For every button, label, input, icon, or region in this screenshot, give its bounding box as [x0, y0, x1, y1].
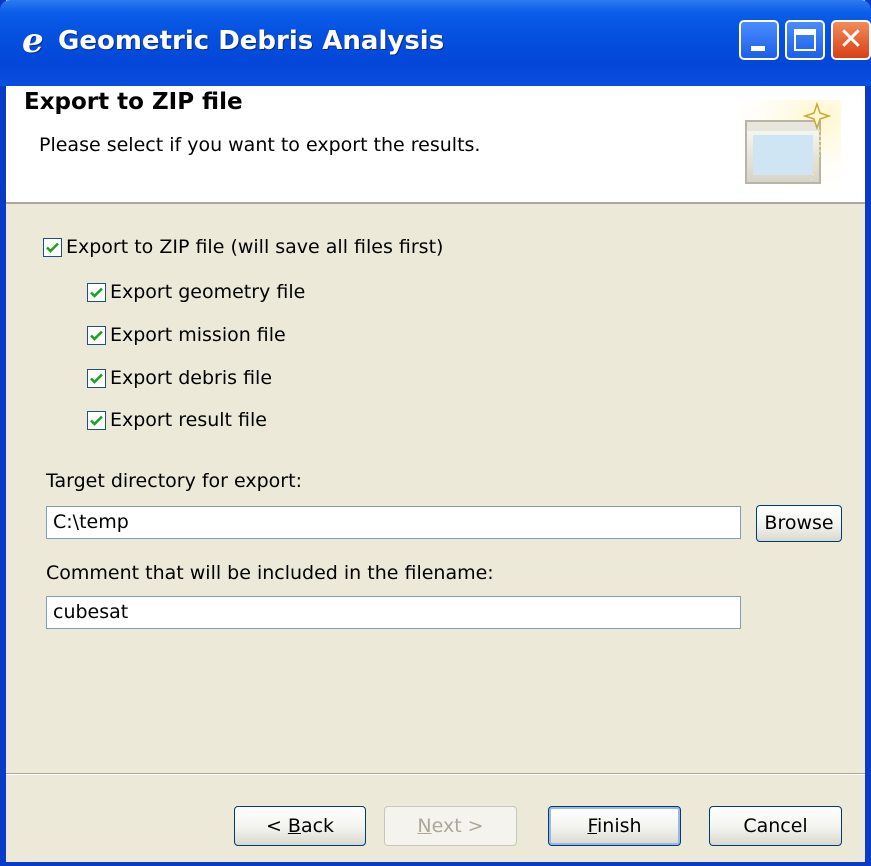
wizard-window: e Geometric Debris Analysis ✕ Export to … — [0, 0, 871, 866]
finish-button[interactable]: Finish — [548, 806, 681, 846]
title-bar[interactable]: e Geometric Debris Analysis ✕ — [0, 0, 871, 86]
checkmark-icon — [90, 330, 103, 341]
next-button[interactable]: Next > — [384, 806, 517, 846]
page-title: Export to ZIP file — [24, 89, 243, 115]
page-description: Please select if you want to export the … — [39, 134, 481, 156]
checkmark-icon — [46, 242, 59, 253]
close-icon: ✕ — [838, 22, 864, 57]
export-zip-checkbox[interactable] — [43, 237, 62, 257]
minimize-button[interactable] — [739, 20, 779, 60]
back-button-prefix: < — [265, 815, 288, 837]
maximize-button[interactable] — [785, 20, 825, 60]
export-debris-label: Export debris file — [110, 367, 273, 389]
checkmark-icon — [90, 287, 103, 298]
export-result-checkbox[interactable] — [87, 410, 106, 430]
export-debris-option[interactable]: Export debris file — [87, 365, 272, 391]
cancel-button[interactable]: Cancel — [709, 806, 842, 846]
eclipse-e-icon: e — [22, 21, 44, 61]
browse-button[interactable]: Browse — [756, 505, 842, 542]
export-result-label: Export result file — [110, 409, 267, 431]
footer-separator — [6, 773, 865, 775]
back-button-label: ack — [300, 815, 335, 837]
close-button[interactable]: ✕ — [831, 20, 871, 60]
export-mission-option[interactable]: Export mission file — [87, 322, 286, 348]
maximize-icon — [794, 29, 816, 51]
export-debris-checkbox[interactable] — [87, 368, 106, 388]
export-zip-label: Export to ZIP file (will save all files … — [66, 236, 444, 258]
export-geometry-label: Export geometry file — [110, 281, 306, 303]
wizard-header: Export to ZIP file Please select if you … — [6, 86, 865, 204]
export-result-option[interactable]: Export result file — [87, 407, 267, 433]
minimize-icon — [751, 46, 765, 51]
export-mission-label: Export mission file — [110, 324, 286, 346]
back-button-mnemonic: B — [287, 815, 301, 837]
checkmark-icon — [90, 373, 103, 384]
export-geometry-option[interactable]: Export geometry file — [87, 279, 305, 305]
next-button-label: ext > — [431, 815, 484, 837]
comment-input[interactable]: cubesat — [46, 596, 741, 629]
finish-button-label: inish — [597, 815, 642, 837]
window-title: Geometric Debris Analysis — [58, 26, 445, 56]
checkmark-icon — [90, 415, 103, 426]
export-mission-checkbox[interactable] — [87, 325, 106, 345]
export-zip-option[interactable]: Export to ZIP file (will save all files … — [43, 234, 443, 260]
back-button[interactable]: < Back — [234, 806, 366, 846]
export-geometry-checkbox[interactable] — [87, 282, 106, 302]
target-directory-label: Target directory for export: — [46, 470, 302, 492]
wizard-banner-icon — [731, 100, 841, 190]
next-button-mnemonic: N — [417, 815, 432, 837]
target-directory-input[interactable]: C:\temp — [46, 506, 741, 539]
comment-label: Comment that will be included in the fil… — [46, 562, 494, 584]
finish-button-mnemonic: F — [587, 815, 597, 837]
